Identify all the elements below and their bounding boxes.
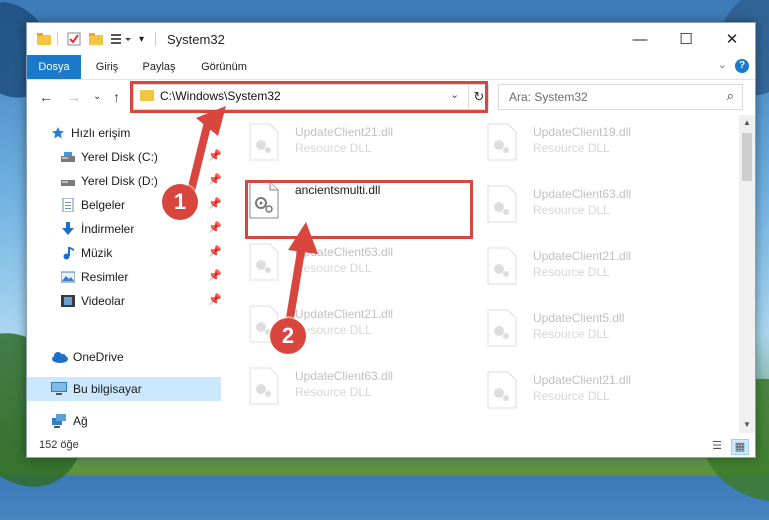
annotation-arrows	[186, 106, 318, 319]
arrow-1-head	[196, 106, 226, 136]
step-1-badge: 1	[162, 184, 198, 220]
arrow-2-head	[288, 222, 318, 254]
arrow-2-shaft	[286, 244, 306, 319]
step-2-badge: 2	[270, 318, 306, 354]
arrow-1-shaft	[186, 121, 212, 196]
